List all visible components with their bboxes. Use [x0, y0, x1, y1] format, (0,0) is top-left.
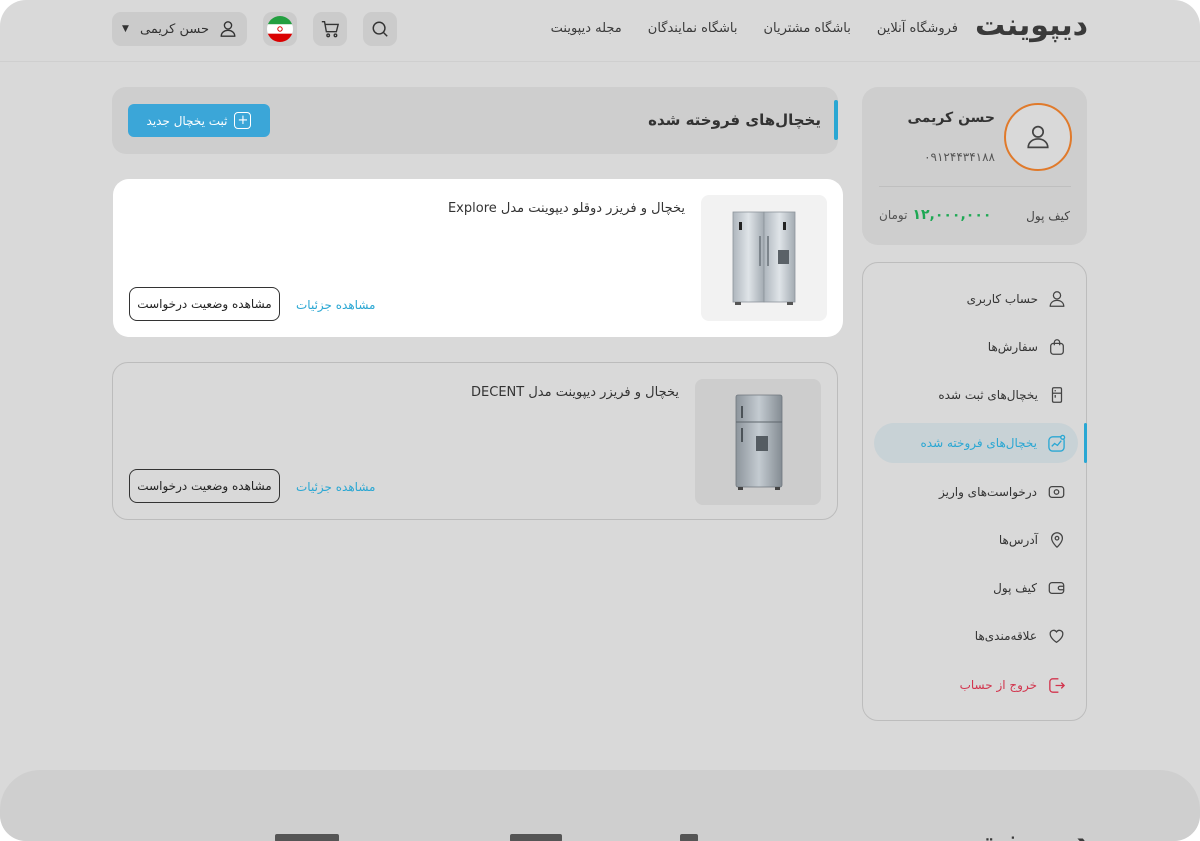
language-button[interactable]: [263, 12, 297, 46]
footer: دیپوینت: [0, 770, 1200, 841]
view-details-link[interactable]: مشاهده جزئیات: [296, 298, 375, 312]
product-card: یخچال و فریزر دوقلو دیپوینت مدل Explore …: [113, 179, 843, 337]
top-header: دیپوینت فروشگاه آنلاین باشگاه مشتریان با…: [0, 0, 1200, 62]
profile-phone: ۰۹۱۲۴۴۳۴۱۸۸: [924, 150, 995, 164]
money-icon: [1048, 485, 1065, 499]
sidebar-item-wallet[interactable]: کیف پول: [874, 568, 1078, 608]
sidebar-item-registered-fridges[interactable]: یخچال‌های ثبت شده: [874, 375, 1078, 415]
sidebar-item-label: حساب کاربری: [966, 292, 1038, 306]
side-by-side-fridge-image: [732, 211, 796, 305]
bag-icon: [1050, 339, 1064, 355]
page: دیپوینت فروشگاه آنلاین باشگاه مشتریان با…: [0, 0, 1200, 841]
add-fridge-label: ثبت یخچال جدید: [146, 113, 228, 128]
user-icon: [1049, 291, 1065, 307]
sidebar-item-sold-fridges[interactable]: یخچال‌های فروخته شده: [874, 423, 1078, 463]
footer-link-placeholder: [510, 834, 562, 841]
title-accent: [834, 100, 838, 140]
footer-link-placeholder: [680, 834, 698, 841]
site-logo[interactable]: دیپوینت: [975, 8, 1089, 43]
view-request-status-button[interactable]: مشاهده وضعیت درخواست: [129, 287, 280, 321]
sidebar-item-label: خروج از حساب: [959, 678, 1037, 692]
iran-flag-icon: [267, 16, 293, 42]
search-button[interactable]: [363, 12, 397, 46]
footer-logo[interactable]: دیپوینت: [975, 824, 1088, 841]
wallet-balance: ۱۲,۰۰۰,۰۰۰ تومان: [879, 207, 991, 223]
search-icon: [372, 21, 388, 37]
divider: [879, 186, 1071, 187]
cart-button[interactable]: [313, 12, 347, 46]
footer-link-placeholder: [275, 834, 339, 841]
wallet-amount: ۱۲,۰۰۰,۰۰۰: [912, 207, 992, 223]
section-header: یخچال‌های فروخته شده + ثبت یخچال جدید: [112, 87, 838, 154]
profile-name: حسن کریمی: [907, 110, 995, 126]
product-name: یخچال و فریزر دوقلو دیپوینت مدل Explore: [447, 201, 685, 216]
wallet-icon: [1048, 581, 1065, 595]
product-image[interactable]: [695, 379, 821, 505]
chart-icon: [1048, 434, 1066, 452]
sidebar-item-logout[interactable]: خروج از حساب: [874, 665, 1078, 705]
wallet-unit: تومان: [879, 208, 908, 222]
top-freezer-fridge-image: [735, 394, 783, 490]
product-card: یخچال و فریزر دیپوینت مدل DECENT مشاهده …: [112, 362, 838, 520]
sidebar-item-label: آدرس‌ها: [998, 533, 1038, 547]
account-sidebar: حساب کاربری سفارش‌ها یخچال‌های ثبت شده ی…: [862, 262, 1087, 721]
nav-magazine[interactable]: مجله دیپوینت: [551, 21, 622, 36]
sidebar-item-label: سفارش‌ها: [987, 340, 1038, 354]
profile-card: حسن کریمی ۰۹۱۲۴۴۳۴۱۸۸ کیف پول ۱۲,۰۰۰,۰۰۰…: [862, 87, 1087, 245]
logo-text: دیپوینت: [975, 8, 1089, 43]
sidebar-item-deposit-requests[interactable]: درخواست‌های واریز: [874, 472, 1078, 512]
sidebar-item-account[interactable]: حساب کاربری: [874, 279, 1078, 319]
user-menu-button[interactable]: حسن کریمی ▼: [112, 12, 247, 46]
page-title: یخچال‌های فروخته شده: [648, 111, 821, 129]
sidebar-item-label: علاقه‌مندی‌ها: [974, 629, 1037, 643]
wallet-label: کیف پول: [1026, 209, 1070, 223]
location-icon: [1050, 532, 1064, 549]
heart-icon: [1049, 629, 1064, 644]
chevron-down-icon: ▼: [122, 24, 129, 34]
logout-icon: [1049, 677, 1066, 693]
nav-customer-club[interactable]: باشگاه مشتریان: [764, 21, 851, 36]
sidebar-item-label: یخچال‌های ثبت شده: [938, 388, 1038, 402]
nav-agent-club[interactable]: باشگاه نمایندگان: [648, 21, 738, 36]
user-icon: [1027, 125, 1049, 149]
avatar[interactable]: [1004, 103, 1072, 171]
view-request-status-button[interactable]: مشاهده وضعیت درخواست: [129, 469, 280, 503]
sidebar-item-label: یخچال‌های فروخته شده: [920, 436, 1037, 450]
plus-icon: +: [234, 112, 252, 129]
user-menu-name: حسن کریمی: [140, 21, 209, 37]
sidebar-item-favorites[interactable]: علاقه‌مندی‌ها: [874, 616, 1078, 656]
sidebar-item-label: درخواست‌های واریز: [938, 485, 1037, 499]
sidebar-item-orders[interactable]: سفارش‌ها: [874, 327, 1078, 367]
main-nav: فروشگاه آنلاین باشگاه مشتریان باشگاه نما…: [551, 21, 958, 36]
sidebar-item-addresses[interactable]: آدرس‌ها: [874, 520, 1078, 560]
user-icon: [220, 21, 236, 37]
product-image[interactable]: [701, 195, 827, 321]
product-name: یخچال و فریزر دیپوینت مدل DECENT: [471, 385, 679, 400]
sidebar-item-label: کیف پول: [993, 581, 1037, 595]
fridge-icon: [1051, 387, 1063, 403]
cart-icon: [321, 21, 340, 38]
active-indicator: [1084, 423, 1087, 463]
add-fridge-button[interactable]: + ثبت یخچال جدید: [128, 104, 270, 137]
nav-online-shop[interactable]: فروشگاه آنلاین: [877, 21, 958, 36]
view-details-link[interactable]: مشاهده جزئیات: [296, 480, 375, 494]
